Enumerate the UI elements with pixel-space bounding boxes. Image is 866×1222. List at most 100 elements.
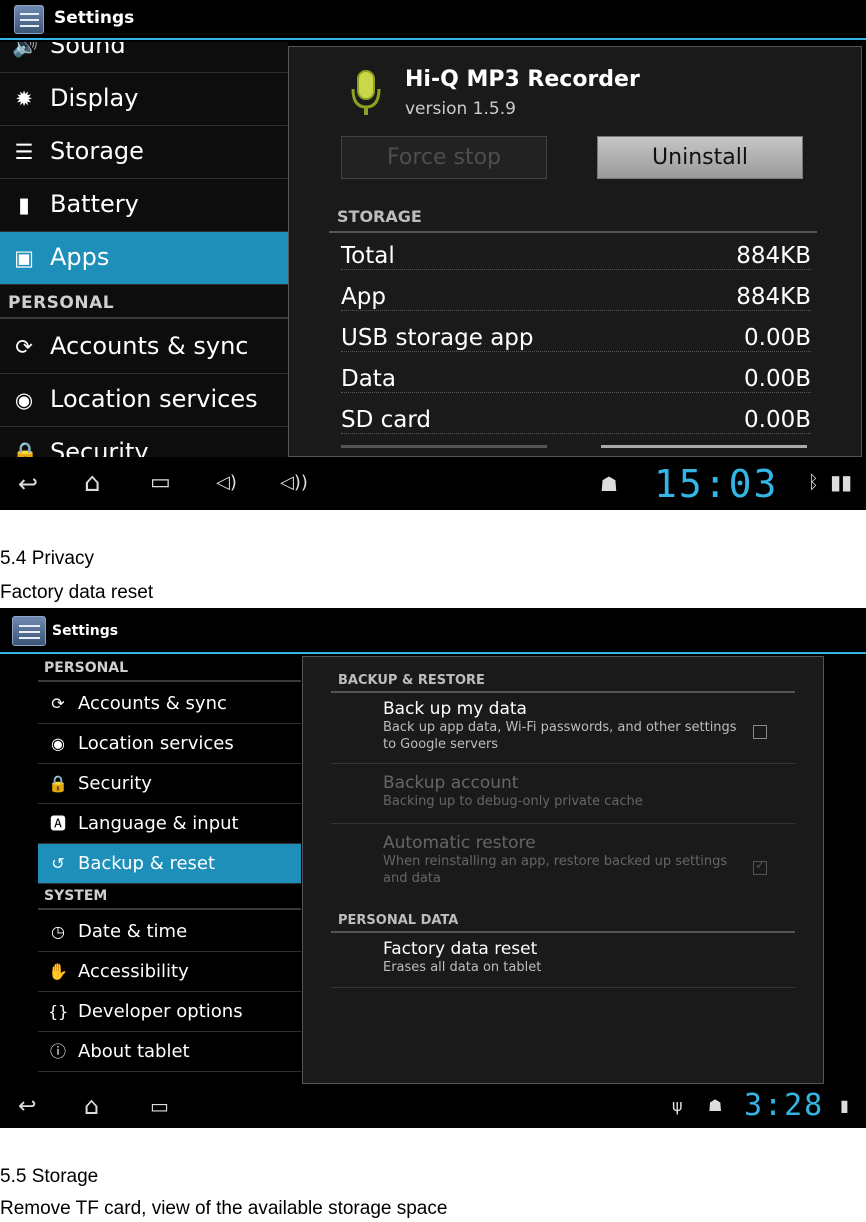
factory-data-reset-item[interactable]: Factory data reset Erases all data on ta… [383,939,743,976]
personal-data-header: PERSONAL DATA [338,913,459,928]
sidebar-item-label: Security [78,773,152,794]
sidebar-item-label: Location services [78,733,234,754]
action-bar-title: Settings [54,8,135,28]
force-stop-button[interactable]: Force stop [341,136,547,179]
sidebar-item-language[interactable]: 🅰 Language & input [38,804,301,844]
location-icon: ◉ [51,734,65,753]
sidebar-item-about[interactable]: ⓘ About tablet [38,1032,301,1072]
home-icon[interactable]: ⌂ [84,1092,99,1120]
storage-row-value: 0.00B [740,366,811,392]
action-bar-title: Settings [52,623,119,639]
system-bar: ↩ ⌂ ▭ ◁) ◁)) ☗ 15:03 ᛒ ▮▮ [0,458,866,510]
settings-app-icon[interactable] [14,5,44,34]
sidebar-item-label: Sound [50,42,126,59]
back-icon[interactable]: ↩ [18,1094,36,1119]
section-heading-storage: 5.5 Storage [0,1166,99,1187]
settings-app-icon[interactable] [12,616,46,646]
system-header: SYSTEM [38,884,301,910]
clock[interactable]: 3:28 [744,1088,824,1123]
sidebar-item-storage[interactable]: ☰ Storage [0,126,288,179]
section-divider [329,231,817,233]
sidebar-item-location[interactable]: ◉ Location services [0,374,288,427]
section-divider [331,931,795,933]
lock-icon: 🔒 [12,441,39,457]
sidebar-item-backup[interactable]: ↺ Backup & reset [38,844,301,884]
sidebar-item-label: Date & time [78,921,188,942]
section-text-factory-reset: Factory data reset [0,582,154,603]
leader-dots [341,310,811,311]
storage-row-label: SD card [341,407,436,433]
sidebar-item-accounts[interactable]: ⟳ Accounts & sync [38,684,301,724]
battery-icon: ▮ [18,193,30,217]
storage-row: SD card 0.00B [341,407,811,441]
storage-row-value: 884KB [732,243,811,269]
volume-up-icon[interactable]: ◁)) [280,472,308,493]
item-divider [331,987,795,988]
clock[interactable]: 15:03 [654,462,778,506]
storage-row-label: Total [341,243,399,269]
backup-panel: BACKUP & RESTORE Back up my data Back up… [302,656,824,1084]
bluetooth-icon: ᛒ [808,472,819,493]
storage-row: Total 884KB [341,243,811,277]
personal-header: PERSONAL [0,285,288,319]
sidebar-item-date-time[interactable]: ◷ Date & time [38,912,301,952]
sidebar-item-label: Battery [50,190,139,218]
sidebar-item-accounts[interactable]: ⟳ Accounts & sync [0,321,288,374]
lock-icon: 🔒 [48,774,68,793]
item-title: Factory data reset [383,939,538,959]
sidebar-item-label: About tablet [78,1041,190,1062]
back-icon[interactable]: ↩ [18,470,38,498]
sidebar-item-accessibility[interactable]: ✋ Accessibility [38,952,301,992]
sidebar-item-label: Language & input [78,813,239,834]
uninstall-button[interactable]: Uninstall [597,136,803,179]
sidebar-item-sound[interactable]: 🔊 Sound [0,42,288,73]
volume-down-icon[interactable]: ◁) [216,472,237,493]
clear-data-button-edge[interactable] [341,445,547,448]
backup-section-header: BACKUP & RESTORE [338,673,485,688]
action-bar: Settings [0,0,866,40]
sidebar-item-label: Backup & reset [78,853,216,874]
leader-dots [341,269,811,270]
home-icon[interactable]: ⌂ [84,468,101,498]
personal-header: PERSONAL [38,656,301,682]
section-text-storage: Remove TF card, view of the available st… [0,1198,448,1219]
sidebar-item-battery[interactable]: ▮ Battery [0,179,288,232]
recent-apps-icon[interactable]: ▭ [150,1094,169,1118]
item-divider [331,823,795,824]
automatic-restore-checkbox[interactable] [753,858,767,875]
section-divider [331,691,795,693]
backup-account-item[interactable]: Backup account Backing up to debug-only … [383,773,743,810]
storage-row-value: 884KB [732,284,811,310]
keyboard-icon: 🅰 [49,814,66,833]
automatic-restore-item[interactable]: Automatic restore When reinstalling an a… [383,833,743,887]
sidebar-item-location[interactable]: ◉ Location services [38,724,301,764]
screenshot-apps: Settings 🔊 Sound ✹ Display ☰ Storage ▮ B… [0,0,866,510]
sidebar-item-label: Security [50,438,149,457]
settings-list: 🔊 Sound ✹ Display ☰ Storage ▮ Battery ▣ … [0,42,288,457]
sidebar-item-label: Accounts & sync [50,332,249,360]
speaker-icon: 🔊 [12,42,39,58]
storage-row: App 884KB [341,284,811,318]
storage-row: Data 0.00B [341,366,811,400]
storage-icon: ☰ [14,140,34,164]
hand-icon: ✋ [48,962,68,981]
backup-my-data-checkbox[interactable] [753,725,767,739]
item-summary: When reinstalling an app, restore backed… [383,854,728,886]
storage-row-value: 0.00B [740,325,811,351]
screenshot-backup-reset: Settings PERSONAL ⟳ Accounts & sync ◉ Lo… [0,608,866,1128]
sync-icon: ⟳ [15,335,33,359]
recent-apps-icon[interactable]: ▭ [150,470,171,495]
sidebar-item-security[interactable]: 🔒 Security [38,764,301,804]
sidebar-item-display[interactable]: ✹ Display [0,73,288,126]
sidebar-item-label: Accessibility [78,961,189,982]
backup-my-data-item[interactable]: Back up my data Back up app data, Wi-Fi … [383,699,743,753]
sidebar-item-apps[interactable]: ▣ Apps [0,232,288,285]
leader-dots [341,351,811,352]
sidebar-item-developer[interactable]: {} Developer options [38,992,301,1032]
leader-dots [341,392,811,393]
sidebar-item-security[interactable]: 🔒 Security [0,427,288,457]
system-bar: ↩ ⌂ ▭ ψ ☗ 3:28 ▮ [0,1088,866,1128]
app-name: Hi-Q MP3 Recorder [405,67,640,92]
apps-icon: ▣ [14,246,34,270]
clear-cache-button-edge[interactable] [601,445,807,448]
